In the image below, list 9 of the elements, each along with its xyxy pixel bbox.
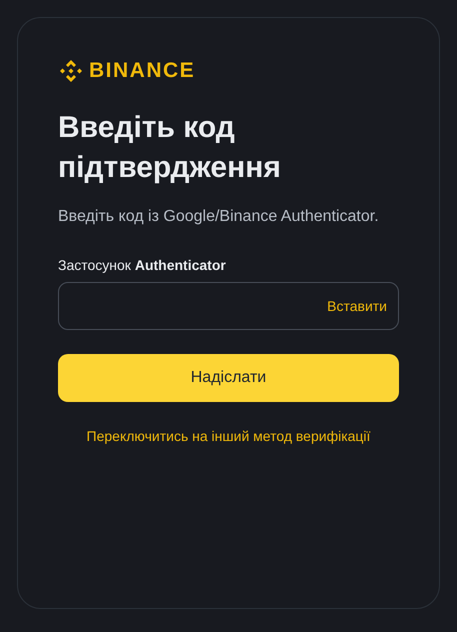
switch-method-link[interactable]: Переключитись на інший метод верифікації [86,428,370,444]
submit-button[interactable]: Надіслати [58,354,399,402]
diamond-logo-icon [58,58,84,84]
subtitle: Введіть код із Google/Binance Authenticator. [58,207,380,227]
page-title: Введіть код підтвердження [58,110,282,186]
field-label: Застосунок Authenticator [58,256,227,274]
code-input-field[interactable]: Вставити [58,282,399,330]
paste-link[interactable]: Вставити [327,298,387,314]
logo-text: BINANCE [89,59,196,83]
